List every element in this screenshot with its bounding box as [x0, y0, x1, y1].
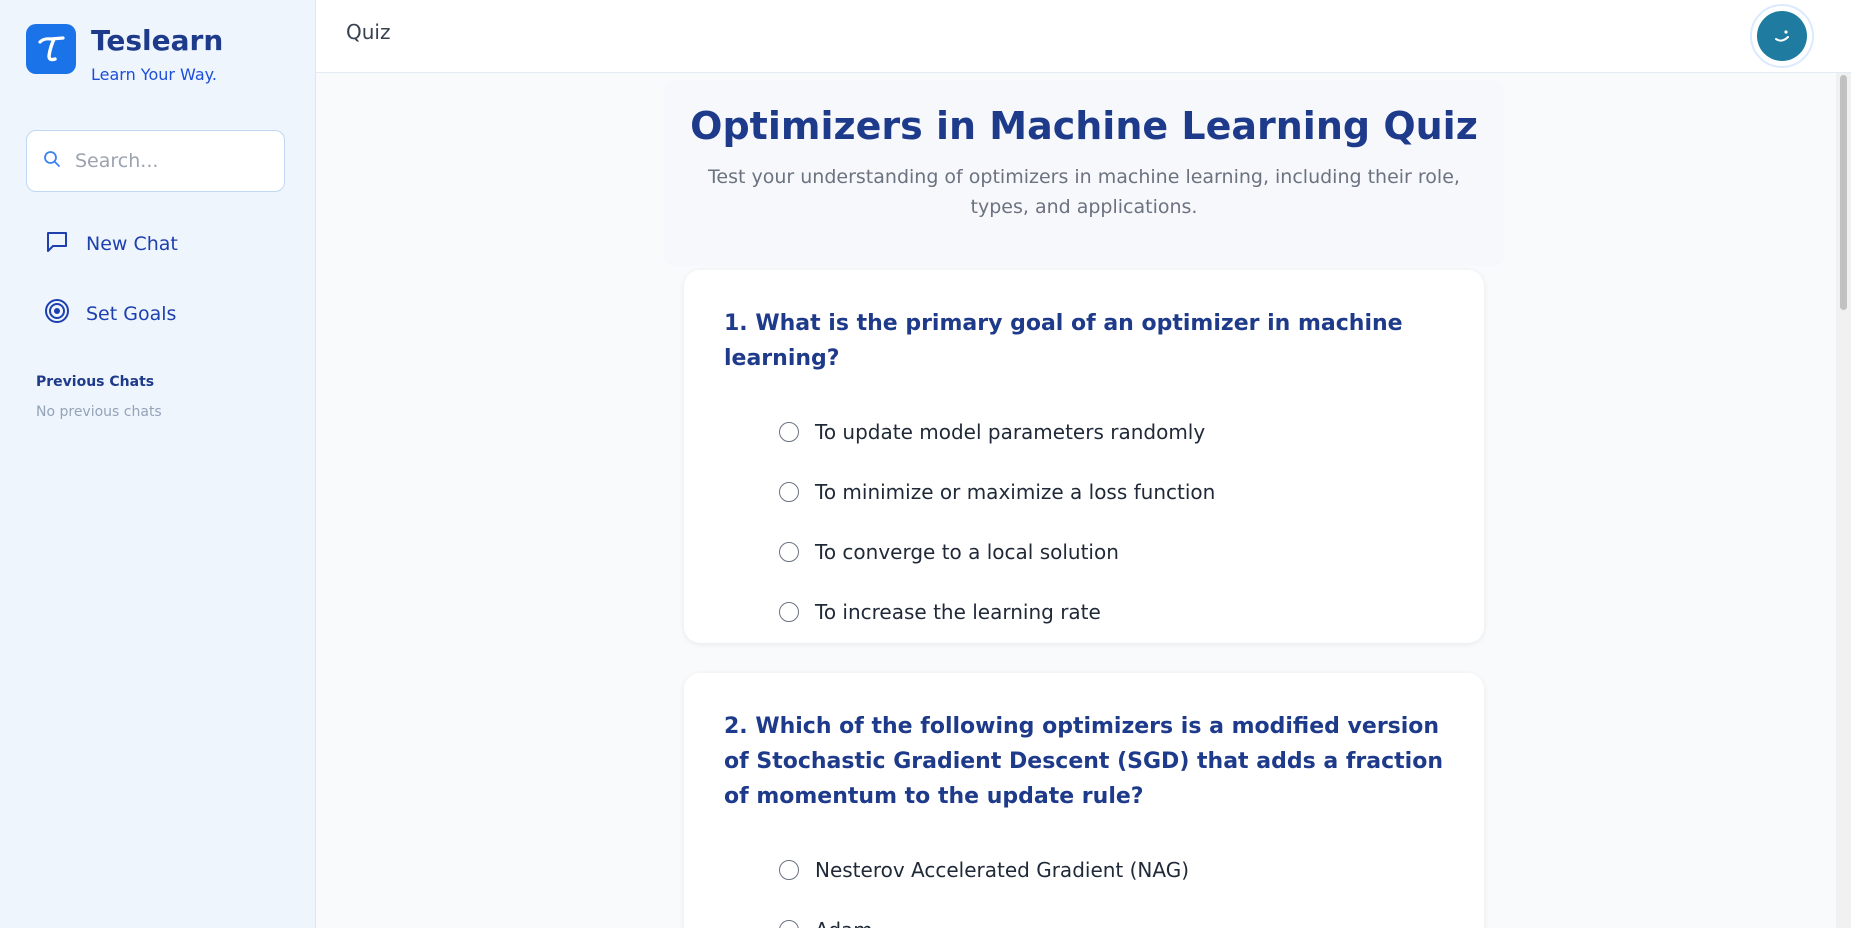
new-chat-label: New Chat: [86, 232, 178, 255]
option-label: Adam: [815, 918, 873, 928]
new-chat-button[interactable]: New Chat: [44, 228, 178, 259]
quiz-description: Test your understanding of optimizers in…: [708, 166, 1460, 218]
page-title: Quiz: [346, 20, 391, 44]
radio-button[interactable]: [779, 482, 799, 502]
question-card: 2. Which of the following optimizers is …: [684, 673, 1484, 928]
option-label: To update model parameters randomly: [815, 420, 1206, 444]
radio-button[interactable]: [779, 542, 799, 562]
teslearn-logo-icon: [26, 24, 76, 74]
answer-option[interactable]: Adam: [779, 900, 1444, 928]
brand[interactable]: Teslearn Learn Your Way.: [26, 24, 223, 84]
set-goals-button[interactable]: Set Goals: [44, 298, 176, 329]
answer-option[interactable]: To converge to a local solution: [779, 522, 1444, 582]
target-icon: [44, 298, 70, 329]
answer-option[interactable]: To update model parameters randomly: [779, 402, 1444, 462]
question-text: 2. Which of the following optimizers is …: [724, 714, 1443, 809]
answer-option[interactable]: Nesterov Accelerated Gradient (NAG): [779, 840, 1444, 900]
avatar[interactable]: [1750, 4, 1814, 68]
top-bar: Quiz: [316, 0, 1851, 73]
search-icon: [43, 150, 61, 172]
question-text: 1. What is the primary goal of an optimi…: [724, 311, 1403, 371]
question-card: 1. What is the primary goal of an optimi…: [684, 270, 1484, 643]
sidebar: Teslearn Learn Your Way. New Chat: [0, 0, 316, 928]
previous-chats-empty: No previous chats: [36, 404, 162, 420]
quiz-header: Optimizers in Machine Learning Quiz Test…: [664, 80, 1504, 266]
set-goals-label: Set Goals: [86, 302, 177, 325]
brand-name: Teslearn: [91, 24, 224, 57]
answer-option[interactable]: To increase the learning rate: [779, 582, 1444, 642]
option-label: To increase the learning rate: [815, 600, 1101, 624]
search-input[interactable]: [75, 150, 275, 172]
option-label: Nesterov Accelerated Gradient (NAG): [815, 858, 1190, 882]
radio-button[interactable]: [779, 860, 799, 880]
radio-button[interactable]: [779, 422, 799, 442]
avatar-face-icon: [1757, 11, 1807, 61]
option-label: To minimize or maximize a loss function: [815, 480, 1216, 504]
quiz-title: Optimizers in Machine Learning Quiz: [690, 104, 1478, 148]
scrollbar[interactable]: [1836, 73, 1851, 928]
search-box[interactable]: [26, 130, 285, 192]
chat-bubble-icon: [44, 228, 70, 259]
radio-button[interactable]: [779, 920, 799, 928]
option-label: To converge to a local solution: [815, 540, 1119, 564]
brand-tagline: Learn Your Way.: [91, 65, 217, 84]
radio-button[interactable]: [779, 602, 799, 622]
answer-option[interactable]: To minimize or maximize a loss function: [779, 462, 1444, 522]
previous-chats-title: Previous Chats: [36, 374, 155, 390]
scrollbar-thumb[interactable]: [1840, 75, 1847, 310]
